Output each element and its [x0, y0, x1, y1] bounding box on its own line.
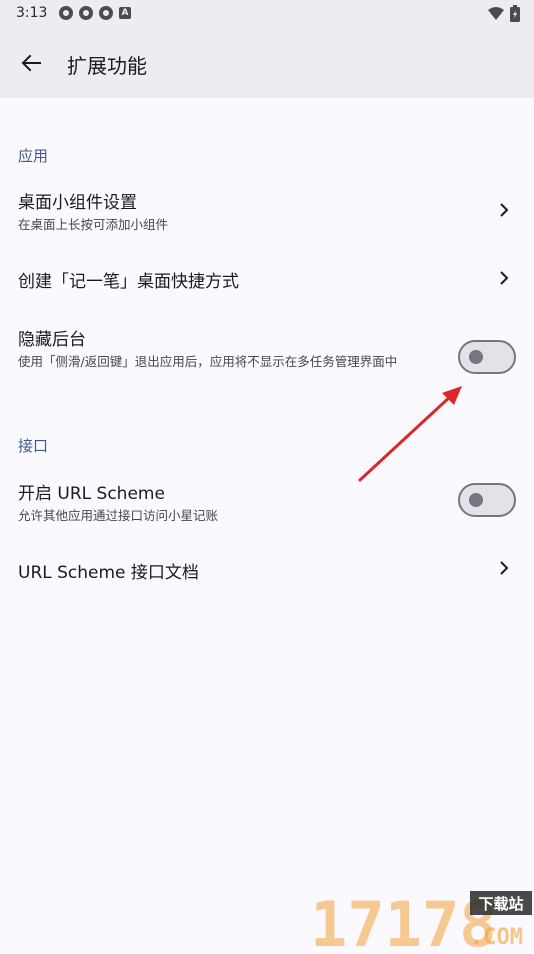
section-header-interface: 接口	[18, 437, 49, 455]
notification-icon	[79, 6, 93, 20]
item-subtitle: 允许其他应用通过接口访问小星记账	[18, 508, 219, 523]
item-title: URL Scheme 接口文档	[18, 563, 199, 583]
url-scheme-toggle[interactable]	[458, 483, 516, 517]
watermark-tag: 下载站	[478, 895, 523, 913]
notification-icon	[59, 6, 73, 20]
item-subtitle: 在桌面上长按可添加小组件	[18, 217, 169, 232]
back-button[interactable]	[14, 46, 48, 80]
app-bar: 扩展功能	[0, 28, 534, 98]
notification-icon: A	[119, 7, 131, 19]
create-shortcut-item[interactable]: 创建「记一笔」桌面快捷方式	[0, 248, 534, 308]
watermark-number: 17178	[310, 888, 497, 950]
notification-icons: A	[59, 6, 131, 20]
item-title: 创建「记一笔」桌面快捷方式	[18, 272, 239, 292]
section-header-apps: 应用	[18, 147, 49, 165]
status-bar: 3:13 A	[0, 0, 534, 28]
toggle-knob	[469, 350, 483, 364]
status-time: 3:13	[16, 5, 48, 21]
page-title: 扩展功能	[67, 54, 147, 78]
url-scheme-docs-item[interactable]: URL Scheme 接口文档	[0, 538, 534, 598]
item-title: 隐藏后台	[18, 330, 86, 350]
item-subtitle: 使用「侧滑/返回键」退出应用后，应用将不显示在多任务管理界面中	[18, 354, 398, 369]
watermark: 17178 下载站 .COM	[310, 888, 532, 954]
item-title: 桌面小组件设置	[18, 193, 137, 213]
item-title: 开启 URL Scheme	[18, 484, 165, 504]
watermark-domain: .COM	[470, 925, 523, 950]
chevron-right-icon	[500, 561, 509, 575]
annotation-arrow-icon	[358, 386, 462, 482]
hide-background-toggle[interactable]	[458, 340, 516, 374]
status-right	[488, 5, 520, 22]
widget-settings-item[interactable]: 桌面小组件设置 在桌面上长按可添加小组件	[0, 178, 534, 242]
wifi-icon	[488, 6, 504, 20]
chevron-right-icon	[500, 271, 509, 285]
back-arrow-icon	[21, 54, 41, 72]
toggle-knob	[469, 493, 483, 507]
battery-icon	[510, 5, 520, 22]
chevron-right-icon	[500, 203, 509, 217]
notification-icon	[99, 6, 113, 20]
watermark-logo: 17178 下载站 .COM	[310, 888, 532, 954]
